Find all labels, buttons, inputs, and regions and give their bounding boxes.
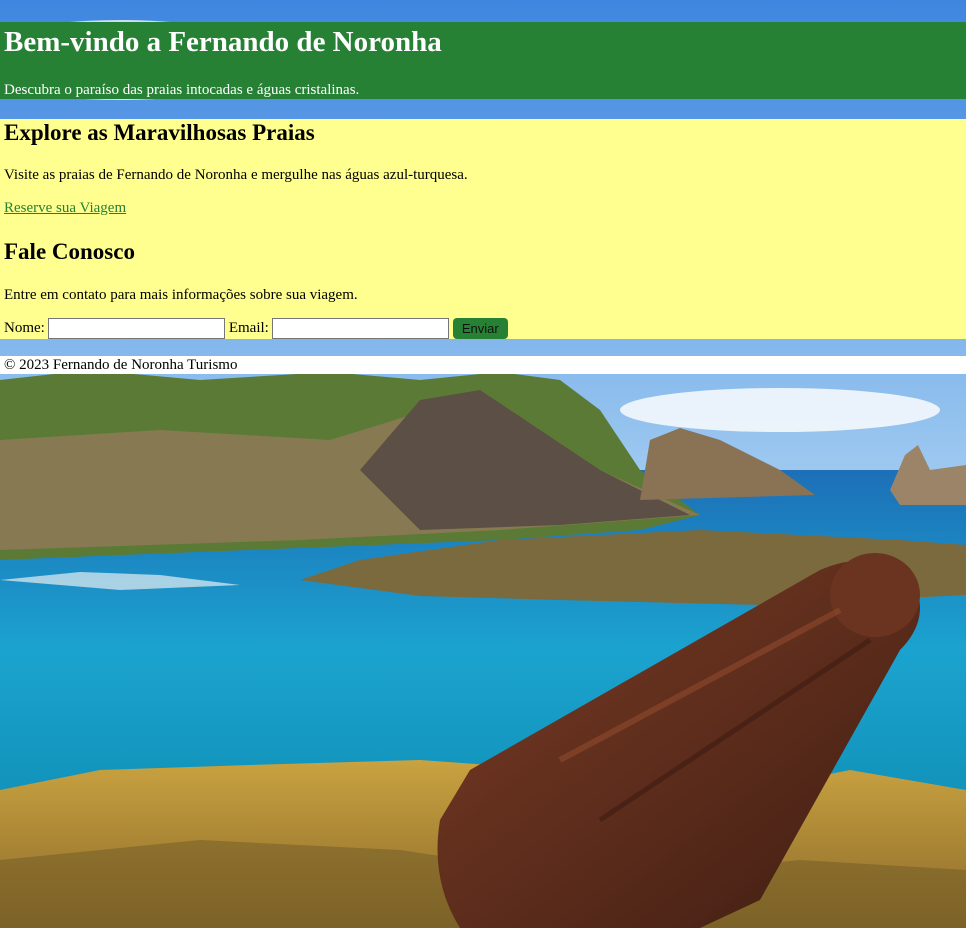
footer-text: © 2023 Fernando de Noronha Turismo (4, 357, 238, 373)
name-label: Nome: (4, 320, 45, 336)
contact-heading: Fale Conosco (4, 239, 135, 264)
submit-button[interactable]: Enviar (452, 318, 508, 339)
explore-heading: Explore as Maravilhosas Praias (4, 120, 315, 145)
site-header: Bem-vindo a Fernando de Noronha Descubra… (0, 22, 966, 99)
page-title: Bem-vindo a Fernando de Noronha (4, 26, 442, 58)
contact-text: Entre em contato para mais informações s… (4, 287, 358, 303)
name-input[interactable] (47, 318, 225, 339)
email-input[interactable] (271, 318, 449, 339)
email-label: Email: (228, 320, 269, 336)
site-footer: © 2023 Fernando de Noronha Turismo (0, 356, 966, 374)
explore-text: Visite as praias de Fernando de Noronha … (4, 167, 468, 183)
reserve-trip-link[interactable]: Reserve sua Viagem (4, 200, 126, 217)
contact-form: Nome: Email: Enviar (4, 318, 508, 339)
main-content: Explore as Maravilhosas Praias Visite as… (0, 119, 966, 339)
header-subtitle: Descubra o paraíso das praias intocadas … (4, 82, 360, 98)
